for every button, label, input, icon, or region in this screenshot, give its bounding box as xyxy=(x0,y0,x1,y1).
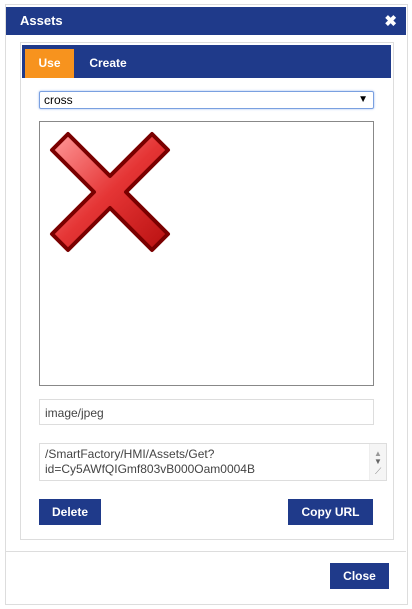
red-cross-icon xyxy=(50,132,170,252)
asset-select-value: cross xyxy=(44,93,73,107)
dialog-title: Assets xyxy=(20,13,63,28)
tab-use[interactable]: Use xyxy=(25,49,74,78)
tab-create[interactable]: Create xyxy=(78,49,138,78)
tab-bar: Use Create xyxy=(22,45,391,78)
close-icon[interactable]: ✖ xyxy=(384,12,397,30)
delete-button[interactable]: Delete xyxy=(39,499,101,525)
chevron-down-icon: ▼ xyxy=(358,94,368,105)
copy-url-button[interactable]: Copy URL xyxy=(288,499,373,525)
asset-preview xyxy=(39,121,374,386)
scrollbar[interactable]: ▲ ▼ ⟋ xyxy=(369,444,386,480)
url-line-1: /SmartFactory/HMI/Assets/Get? xyxy=(45,447,215,461)
footer-divider xyxy=(6,551,406,552)
resize-handle-icon[interactable]: ⟋ xyxy=(375,464,381,479)
mime-type-field[interactable]: image/jpeg xyxy=(39,399,374,425)
asset-select[interactable]: cross ▼ xyxy=(39,91,374,109)
dialog-header: Assets ✖ xyxy=(6,7,406,35)
close-button[interactable]: Close xyxy=(330,563,389,589)
url-line-2: id=Cy5AWfQIGmf803vB000Oam0004B xyxy=(45,462,255,476)
asset-url-textarea[interactable]: /SmartFactory/HMI/Assets/Get? id=Cy5AWfQ… xyxy=(39,443,387,481)
